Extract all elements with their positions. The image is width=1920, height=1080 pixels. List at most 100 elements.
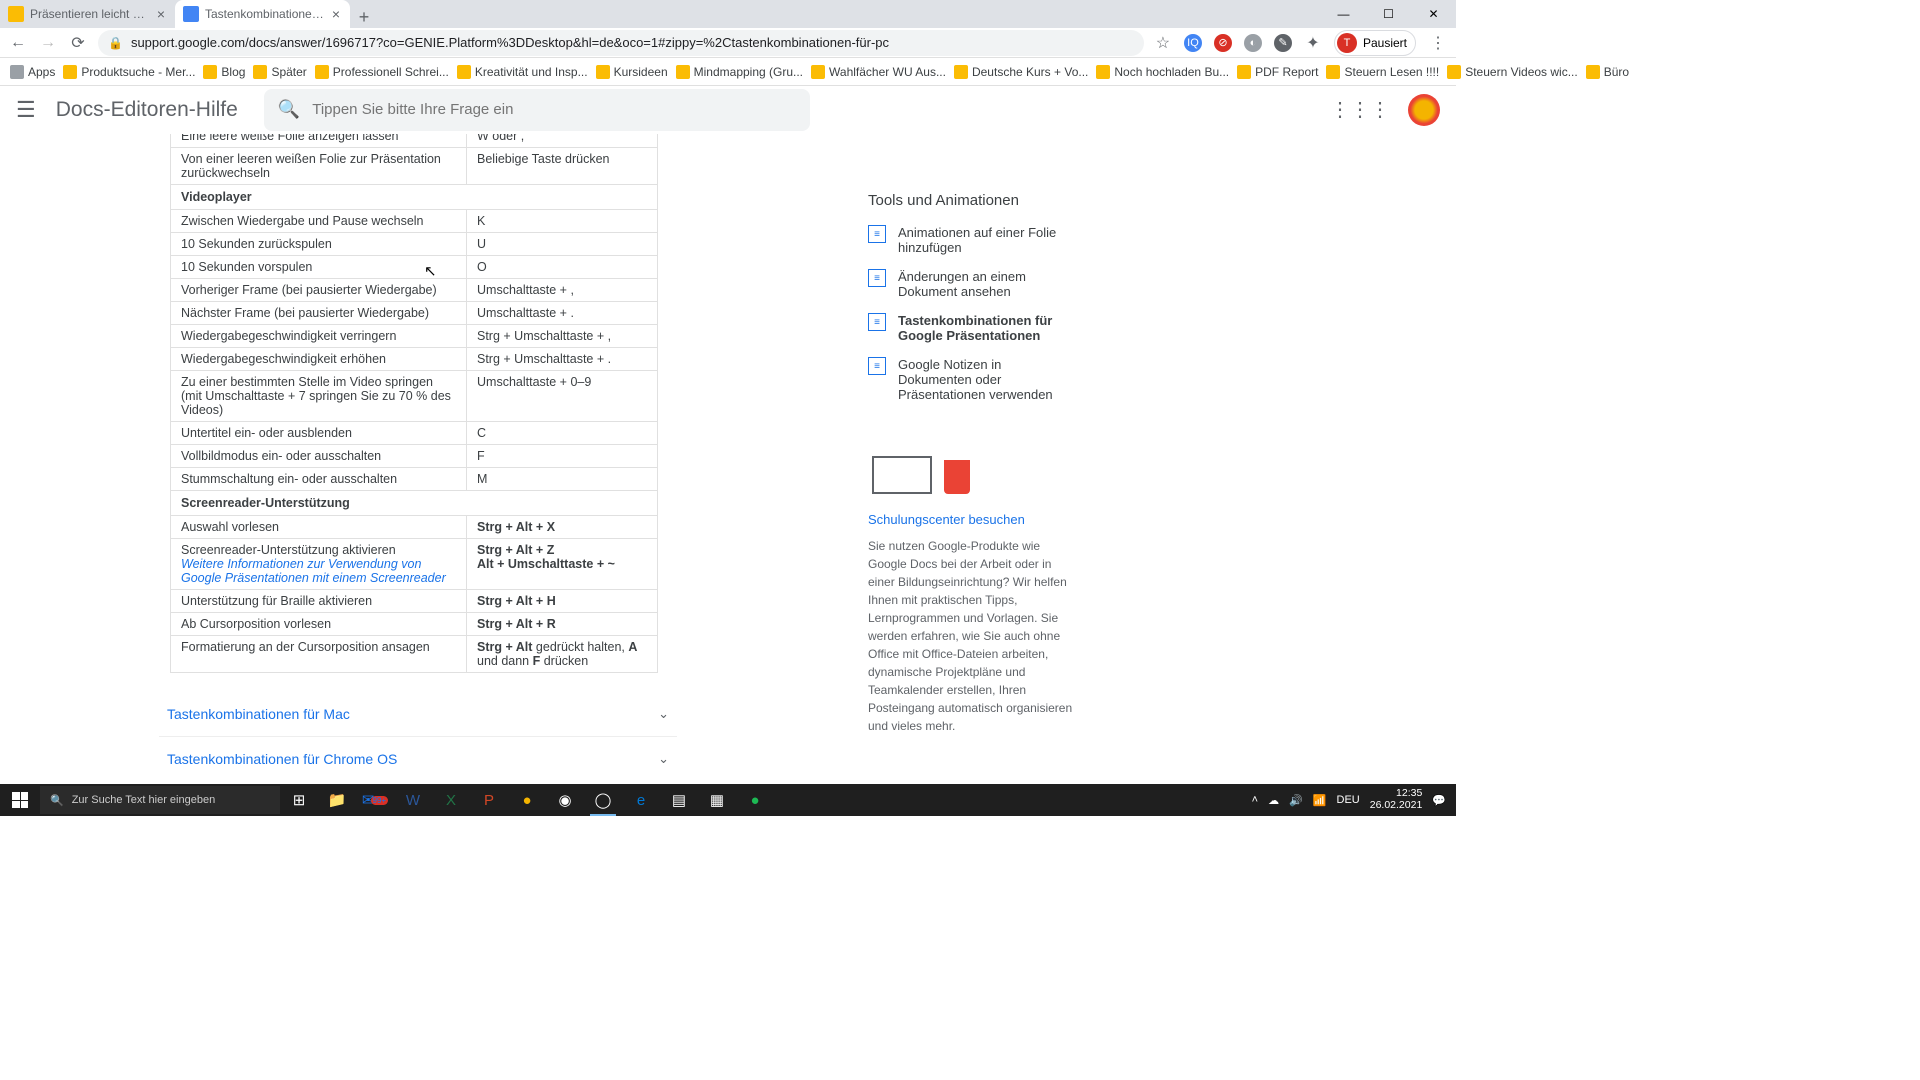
bookmark-item[interactable]: Mindmapping (Gru... bbox=[676, 65, 803, 79]
bookmark-item[interactable]: Später bbox=[253, 65, 306, 79]
tab-title: Präsentieren leicht gemacht! - G bbox=[30, 7, 151, 21]
onedrive-icon[interactable]: ☁ bbox=[1268, 794, 1279, 807]
mail-icon[interactable]: ✉99+ bbox=[356, 784, 394, 816]
bookmark-label: Kreativität und Insp... bbox=[475, 65, 588, 79]
bookmark-item[interactable]: Apps bbox=[10, 65, 55, 79]
browser-tab[interactable]: Präsentieren leicht gemacht! - G × bbox=[0, 0, 175, 28]
shortcut-action: Untertitel ein- oder ausblenden bbox=[171, 422, 467, 445]
edge-icon[interactable]: e bbox=[622, 784, 660, 816]
shortcut-action: Nächster Frame (bei pausierter Wiedergab… bbox=[171, 302, 467, 325]
extension-icon[interactable]: ⊘ bbox=[1214, 34, 1232, 52]
article-icon: ≡ bbox=[868, 357, 886, 375]
obs-icon[interactable]: ◉ bbox=[546, 784, 584, 816]
notepad-icon[interactable]: ▦ bbox=[698, 784, 736, 816]
sidebar-link-current[interactable]: ≡Tastenkombinationen für Google Präsenta… bbox=[868, 313, 1078, 343]
bookmark-item[interactable]: Steuern Videos wic... bbox=[1447, 65, 1578, 79]
table-row: Unterstützung für Braille aktivierenStrg… bbox=[171, 590, 658, 613]
bookmark-item[interactable]: Kursideen bbox=[596, 65, 668, 79]
google-apps-icon[interactable]: ⋮⋮⋮ bbox=[1330, 97, 1390, 122]
app-icon[interactable]: ● bbox=[508, 784, 546, 816]
bookmark-item[interactable]: Kreativität und Insp... bbox=[457, 65, 588, 79]
maximize-button[interactable]: ☐ bbox=[1366, 0, 1411, 28]
excel-icon[interactable]: X bbox=[432, 784, 470, 816]
task-view-icon[interactable]: ⊞ bbox=[280, 784, 318, 816]
close-window-button[interactable]: ✕ bbox=[1411, 0, 1456, 28]
sidebar-link-label: Animationen auf einer Folie hinzufügen bbox=[898, 225, 1078, 255]
shortcut-action: Vollbildmodus ein- oder ausschalten bbox=[171, 445, 467, 468]
bookmark-item[interactable]: Professionell Schrei... bbox=[315, 65, 449, 79]
taskbar-clock[interactable]: 12:35 26.02.2021 bbox=[1370, 788, 1423, 811]
minimize-button[interactable]: — bbox=[1321, 0, 1366, 28]
shortcut-key: Umschalttaste + . bbox=[467, 302, 658, 325]
extension-icon[interactable]: ◐ bbox=[1244, 34, 1262, 52]
bookmark-item[interactable]: Produktsuche - Mer... bbox=[63, 65, 195, 79]
profile-button[interactable]: T Pausiert bbox=[1334, 30, 1416, 56]
close-icon[interactable]: × bbox=[157, 6, 165, 22]
site-search[interactable]: 🔍 bbox=[264, 89, 810, 131]
search-input[interactable] bbox=[312, 101, 796, 118]
bookmark-item[interactable]: Büro bbox=[1586, 65, 1629, 79]
sidebar-link[interactable]: ≡Google Notizen in Dokumenten oder Präse… bbox=[868, 357, 1078, 402]
tray-chevron-icon[interactable]: ˄ bbox=[1252, 794, 1258, 806]
bookmark-item[interactable]: Deutsche Kurs + Vo... bbox=[954, 65, 1088, 79]
browser-tab-active[interactable]: Tastenkombinationen für Google × bbox=[175, 0, 350, 28]
apps-icon bbox=[10, 65, 24, 79]
close-icon[interactable]: × bbox=[332, 6, 340, 22]
word-icon[interactable]: W bbox=[394, 784, 432, 816]
sidebar-link[interactable]: ≡Animationen auf einer Folie hinzufügen bbox=[868, 225, 1078, 255]
folder-icon bbox=[1096, 65, 1110, 79]
shortcut-action: Von einer leeren weißen Folie zur Präsen… bbox=[171, 148, 467, 185]
wifi-icon[interactable]: 📶 bbox=[1313, 794, 1327, 807]
spotify-icon[interactable]: ● bbox=[736, 784, 774, 816]
bookmark-item[interactable]: Noch hochladen Bu... bbox=[1096, 65, 1229, 79]
tab-favicon-icon bbox=[8, 6, 24, 22]
sidebar-heading: Tools und Animationen bbox=[868, 192, 1078, 209]
powerpoint-icon[interactable]: P bbox=[470, 784, 508, 816]
profile-status: Pausiert bbox=[1363, 36, 1407, 50]
notifications-icon[interactable]: 💬 bbox=[1432, 794, 1446, 807]
reload-button[interactable]: ⟳ bbox=[68, 33, 88, 53]
app-icon[interactable]: ▤ bbox=[660, 784, 698, 816]
sidebar-link-label: Tastenkombinationen für Google Präsentat… bbox=[898, 313, 1078, 343]
forward-button[interactable]: → bbox=[38, 33, 58, 53]
bookmark-star-icon[interactable]: ☆ bbox=[1154, 34, 1172, 52]
bookmark-item[interactable]: Blog bbox=[203, 65, 245, 79]
bookmark-item[interactable]: Wahlfächer WU Aus... bbox=[811, 65, 946, 79]
shortcut-key: Strg + Alt + R bbox=[477, 617, 556, 631]
taskbar-search[interactable]: 🔍Zur Suche Text hier eingeben bbox=[40, 786, 280, 814]
bookmark-item[interactable]: PDF Report bbox=[1237, 65, 1318, 79]
account-avatar[interactable] bbox=[1408, 94, 1440, 126]
extensions-menu-icon[interactable]: ✦ bbox=[1304, 34, 1322, 52]
file-explorer-icon[interactable]: 📁 bbox=[318, 784, 356, 816]
start-button[interactable] bbox=[0, 784, 40, 816]
new-tab-button[interactable]: + bbox=[350, 7, 378, 28]
bookmarks-bar: Apps Produktsuche - Mer... Blog Später P… bbox=[0, 58, 1456, 86]
shortcut-action: 10 Sekunden zurückspulen bbox=[171, 233, 467, 256]
chrome-icon[interactable]: ◯ bbox=[584, 784, 622, 816]
lock-icon: 🔒 bbox=[108, 36, 123, 50]
back-button[interactable]: ← bbox=[8, 33, 28, 53]
bookmark-item[interactable]: Steuern Lesen !!!! bbox=[1326, 65, 1439, 79]
shortcut-key: C bbox=[467, 422, 658, 445]
extension-icon[interactable]: IQ bbox=[1184, 34, 1202, 52]
extension-icon[interactable]: ✎ bbox=[1274, 34, 1292, 52]
system-tray: ˄ ☁ 🔊 📶 DEU 12:35 26.02.2021 💬 bbox=[1252, 788, 1456, 811]
volume-icon[interactable]: 🔊 bbox=[1289, 794, 1303, 807]
table-row: Auswahl vorlesenStrg + Alt + X bbox=[171, 516, 658, 539]
shortcut-key: Beliebige Taste drücken bbox=[467, 148, 658, 185]
clock-date: 26.02.2021 bbox=[1370, 800, 1423, 812]
hamburger-menu-icon[interactable]: ☰ bbox=[16, 97, 36, 123]
sidebar-link[interactable]: ≡Änderungen an einem Dokument ansehen bbox=[868, 269, 1078, 299]
shortcut-action: Unterstützung für Braille aktivieren bbox=[171, 590, 467, 613]
shortcut-key: Strg + Alt + ZAlt + Umschalttaste + ~ bbox=[467, 539, 658, 590]
url-input[interactable]: 🔒 support.google.com/docs/answer/1696717… bbox=[98, 30, 1144, 56]
toolbar-icons: ☆ IQ ⊘ ◐ ✎ ✦ T Pausiert ⋮ bbox=[1154, 30, 1448, 56]
sidebar: Tools und Animationen ≡Animationen auf e… bbox=[868, 134, 1078, 792]
accordion-item-mac[interactable]: Tastenkombinationen für Mac ⌄ bbox=[159, 692, 677, 737]
chrome-menu-button[interactable]: ⋮ bbox=[1428, 33, 1448, 53]
accordion-item-chromeos[interactable]: Tastenkombinationen für Chrome OS ⌄ bbox=[159, 737, 677, 781]
language-indicator[interactable]: DEU bbox=[1337, 794, 1360, 806]
learning-center-link[interactable]: Schulungscenter besuchen bbox=[868, 512, 1078, 527]
shortcut-key: Strg + Umschalttaste + , bbox=[467, 325, 658, 348]
screenreader-info-link[interactable]: Weitere Informationen zur Verwendung von… bbox=[181, 557, 446, 585]
